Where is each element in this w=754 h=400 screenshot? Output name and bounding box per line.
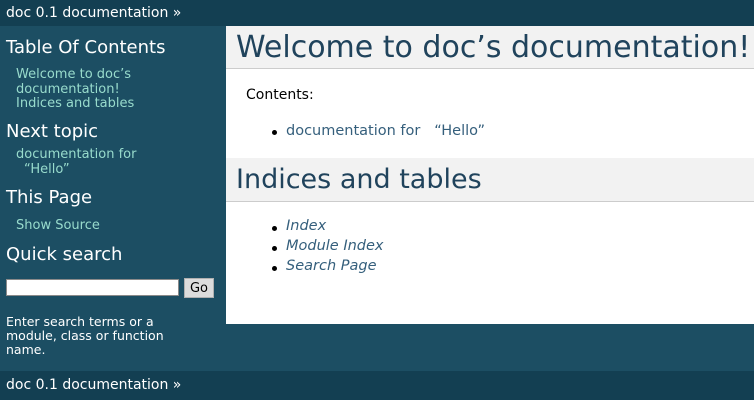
main-content: Welcome to doc’s documentation! Contents… [226,26,754,324]
bullet-icon [272,226,277,231]
next-topic-link-line2: “Hello” [24,162,70,177]
toc-link-welcome[interactable]: Welcome to doc’s documentation! [16,67,166,97]
bullet-icon [272,130,277,135]
indices-heading: Indices and tables [226,158,754,202]
search-help-line2: module, class or function [6,328,164,343]
next-topic-link-line1: documentation for [16,147,137,162]
page-title: Welcome to doc’s documentation! [226,26,754,69]
contents-label: Contents: [246,87,314,103]
module-index-link[interactable]: Module Index [286,238,384,254]
toc-heading: Table Of Contents [6,37,166,58]
sidebar: Table Of Contents Welcome to doc’s docum… [0,26,226,371]
next-topic-heading: Next topic [6,121,99,142]
top-relbar: doc 0.1 documentation » [0,0,754,26]
bullet-icon [272,266,277,271]
next-topic-link[interactable]: documentation for “Hello” [16,147,176,177]
this-page-heading: This Page [6,187,93,208]
search-help-line1: Enter search terms or a [6,314,154,329]
show-source-link[interactable]: Show Source [16,218,100,233]
bottom-relbar-home-link[interactable]: doc 0.1 documentation » [6,377,181,393]
bullet-icon [272,246,277,251]
index-link[interactable]: Index [286,218,326,234]
search-help-line3: name. [6,342,46,357]
search-input[interactable] [6,279,179,296]
top-relbar-home-link[interactable]: doc 0.1 documentation » [6,5,181,21]
search-page-link[interactable]: Search Page [286,258,377,274]
search-go-button[interactable]: Go [184,278,214,298]
toc-link-indices[interactable]: Indices and tables [16,96,134,111]
contents-link-hello[interactable]: documentation for “Hello” [286,123,485,139]
quick-search-heading: Quick search [6,244,123,265]
bottom-relbar: doc 0.1 documentation » [0,371,754,400]
